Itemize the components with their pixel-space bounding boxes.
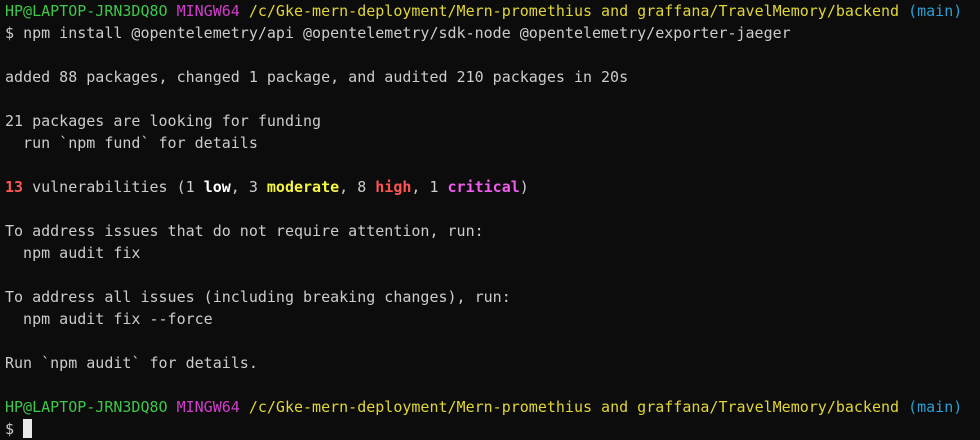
command-text: npm install @opentelemetry/api @opentele… (23, 24, 791, 42)
prompt-line-1: HP@LAPTOP-JRN3DQ8O MINGW64 /c/Gke-mern-d… (5, 0, 980, 22)
output-audit: Run `npm audit` for details. (5, 354, 258, 372)
prompt-symbol: $ (5, 420, 15, 438)
output-fix-1: npm audit fix (5, 244, 141, 262)
vuln-moderate: moderate (266, 178, 340, 196)
user-host: HP@LAPTOP-JRN3DQ8O (5, 398, 168, 416)
output-address-2: To address all issues (including breakin… (5, 288, 511, 306)
vuln-text: , 3 (230, 178, 267, 196)
git-branch: (main) (908, 398, 963, 416)
text-cursor[interactable] (23, 419, 33, 438)
command-line: $ npm install @opentelemetry/api @opente… (5, 22, 980, 44)
user-host: HP@LAPTOP-JRN3DQ8O (5, 2, 168, 20)
vuln-text: , 1 (411, 178, 448, 196)
output-address-1: To address issues that do not require at… (5, 222, 484, 240)
vuln-high: high (375, 178, 412, 196)
current-path: /c/Gke-mern-deployment/Mern-promethius a… (248, 398, 900, 416)
vuln-low: low (203, 178, 231, 196)
output-vulnerabilities: 13 vulnerabilities (1 low, 3 moderate, 8… (5, 176, 980, 198)
prompt-symbol: $ (5, 24, 15, 42)
vuln-text: vulnerabilities (1 (23, 178, 204, 196)
output-funding: 21 packages are looking for funding (5, 112, 322, 130)
shell-name: MINGW64 (176, 398, 240, 416)
output-added: added 88 packages, changed 1 package, an… (5, 68, 629, 86)
shell-name: MINGW64 (176, 2, 240, 20)
git-branch: (main) (908, 2, 963, 20)
vuln-critical: critical (447, 178, 520, 196)
prompt-line-2: HP@LAPTOP-JRN3DQ8O MINGW64 /c/Gke-mern-d… (5, 396, 980, 418)
terminal-window[interactable]: HP@LAPTOP-JRN3DQ8O MINGW64 /c/Gke-mern-d… (0, 0, 980, 440)
input-line[interactable]: $ (5, 418, 980, 440)
current-path: /c/Gke-mern-deployment/Mern-promethius a… (248, 2, 900, 20)
vuln-text: , 8 (339, 178, 376, 196)
vuln-count: 13 (5, 178, 24, 196)
output-funding-hint: run `npm fund` for details (5, 134, 258, 152)
output-fix-2: npm audit fix --force (5, 310, 213, 328)
vuln-text: ) (519, 178, 529, 196)
